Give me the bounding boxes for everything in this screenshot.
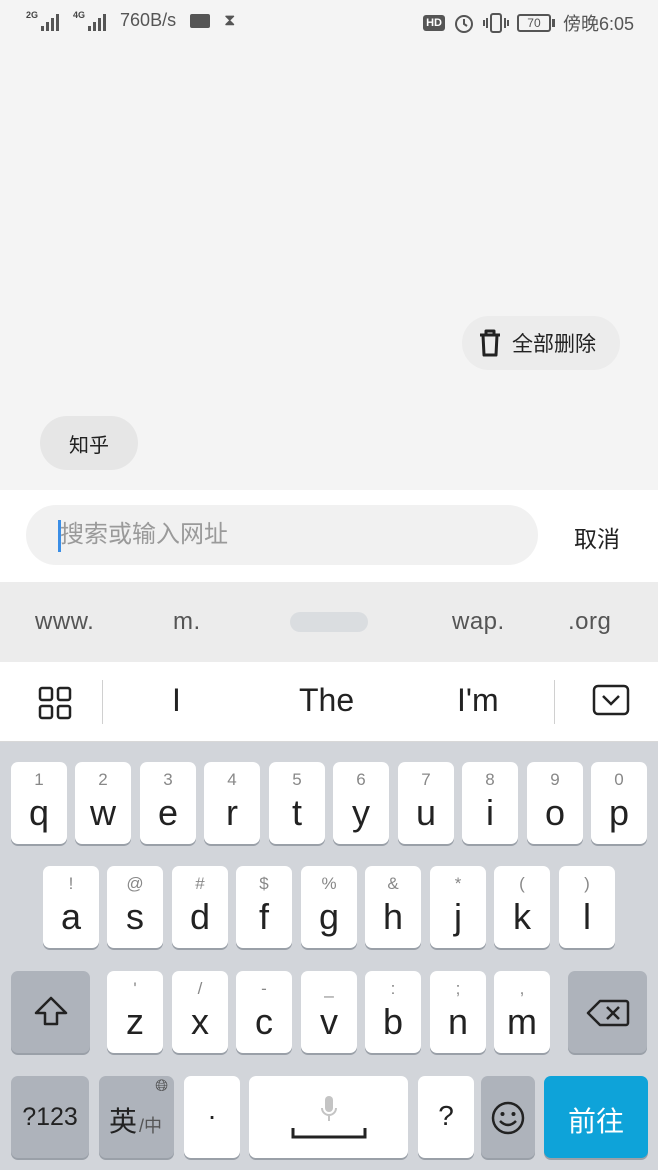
go-button[interactable]: 前往: [544, 1076, 648, 1158]
vibrate-icon: [482, 13, 509, 33]
clock: 傍晚6:05: [562, 14, 634, 34]
key-l[interactable]: ) l: [559, 866, 615, 948]
key-c[interactable]: -c: [236, 971, 292, 1053]
status-bar: 2G 4G 760B/s ⧗ HD 70 傍晚6:05: [0, 0, 658, 44]
keyboard-icon: [190, 13, 211, 28]
globe-icon: 🌐︎: [155, 1078, 168, 1095]
key-z[interactable]: ' z: [107, 971, 163, 1053]
delete-all-label: 全部删除: [512, 333, 596, 356]
key-d[interactable]: # d: [172, 866, 228, 948]
key-p[interactable]: 0p: [591, 762, 647, 844]
key-y[interactable]: 6y: [333, 762, 389, 844]
delete-all-button[interactable]: 全部删除: [462, 316, 620, 370]
url-shortcut-wap[interactable]: wap.: [452, 608, 505, 636]
sim1-signal-icon: 2G: [26, 10, 60, 31]
suggestion-word[interactable]: I'm: [457, 682, 499, 719]
key-f[interactable]: $ f: [236, 866, 292, 948]
url-shortcut-blank[interactable]: [290, 612, 368, 632]
shift-icon: [34, 996, 68, 1026]
hourglass-icon: ⧗: [224, 11, 236, 29]
language-key[interactable]: 🌐︎ 英 /中: [99, 1076, 174, 1158]
key-n[interactable]: ; n: [430, 971, 486, 1053]
space-key[interactable]: [249, 1076, 408, 1158]
hide-keyboard-icon[interactable]: [592, 684, 630, 716]
key-o[interactable]: 9o: [527, 762, 583, 844]
alarm-icon: [454, 15, 473, 33]
key-x[interactable]: / x: [172, 971, 228, 1053]
key-i[interactable]: 8i: [462, 762, 518, 844]
suggestion-word[interactable]: The: [299, 682, 354, 719]
key-s[interactable]: @ s: [107, 866, 163, 948]
url-shortcut-org[interactable]: .org: [568, 608, 611, 636]
search-input[interactable]: [26, 505, 538, 565]
search-bar: 取消: [0, 490, 658, 582]
key-b[interactable]: :b: [365, 971, 421, 1053]
key-k[interactable]: (k: [494, 866, 550, 948]
key-w[interactable]: 2w: [75, 762, 131, 844]
backspace-key[interactable]: [568, 971, 647, 1053]
key-a[interactable]: ! a: [43, 866, 99, 948]
grid-menu-icon[interactable]: [38, 686, 72, 720]
url-shortcut-www[interactable]: www.: [35, 608, 94, 636]
hd-icon: HD: [423, 15, 445, 31]
space-bar-icon: [291, 1128, 367, 1139]
cancel-button[interactable]: 取消: [574, 520, 620, 554]
key-g[interactable]: % g: [301, 866, 357, 948]
suggestion-divider: [102, 680, 103, 724]
dot-key[interactable]: ·: [184, 1076, 240, 1158]
suggestion-bar: I The I'm: [0, 662, 658, 742]
key-t[interactable]: 5t: [269, 762, 325, 844]
backspace-icon: [586, 999, 630, 1027]
emoji-icon: [491, 1101, 525, 1135]
question-key[interactable]: ?: [418, 1076, 474, 1158]
key-v[interactable]: _ v: [301, 971, 357, 1053]
emoji-key[interactable]: [481, 1076, 535, 1158]
shift-key[interactable]: [11, 971, 90, 1053]
key-r[interactable]: 4r: [204, 762, 260, 844]
sim2-signal-icon: 4G: [73, 10, 107, 31]
suggestion-word[interactable]: I: [172, 682, 181, 719]
key-m[interactable]: ,m: [494, 971, 550, 1053]
history-chip[interactable]: 知乎: [40, 416, 138, 470]
key-j[interactable]: * j: [430, 866, 486, 948]
network-speed: 760B/s: [120, 10, 177, 30]
key-q[interactable]: 1q: [11, 762, 67, 844]
numbers-key[interactable]: ?123: [11, 1076, 89, 1158]
key-u[interactable]: 7u: [398, 762, 454, 844]
url-shortcut-m[interactable]: m.: [173, 608, 201, 636]
battery-icon: 70: [516, 14, 555, 32]
key-h[interactable]: & h: [365, 866, 421, 948]
key-e[interactable]: 3e: [140, 762, 196, 844]
trash-icon: [480, 329, 500, 357]
microphone-icon: [321, 1096, 337, 1121]
text-caret: [58, 520, 61, 552]
suggestion-divider: [554, 680, 555, 724]
keyboard: 1q 2w 3e 4r 5t 6y 7u 8i 9o 0p ! a @ s # d $…: [0, 742, 658, 1170]
